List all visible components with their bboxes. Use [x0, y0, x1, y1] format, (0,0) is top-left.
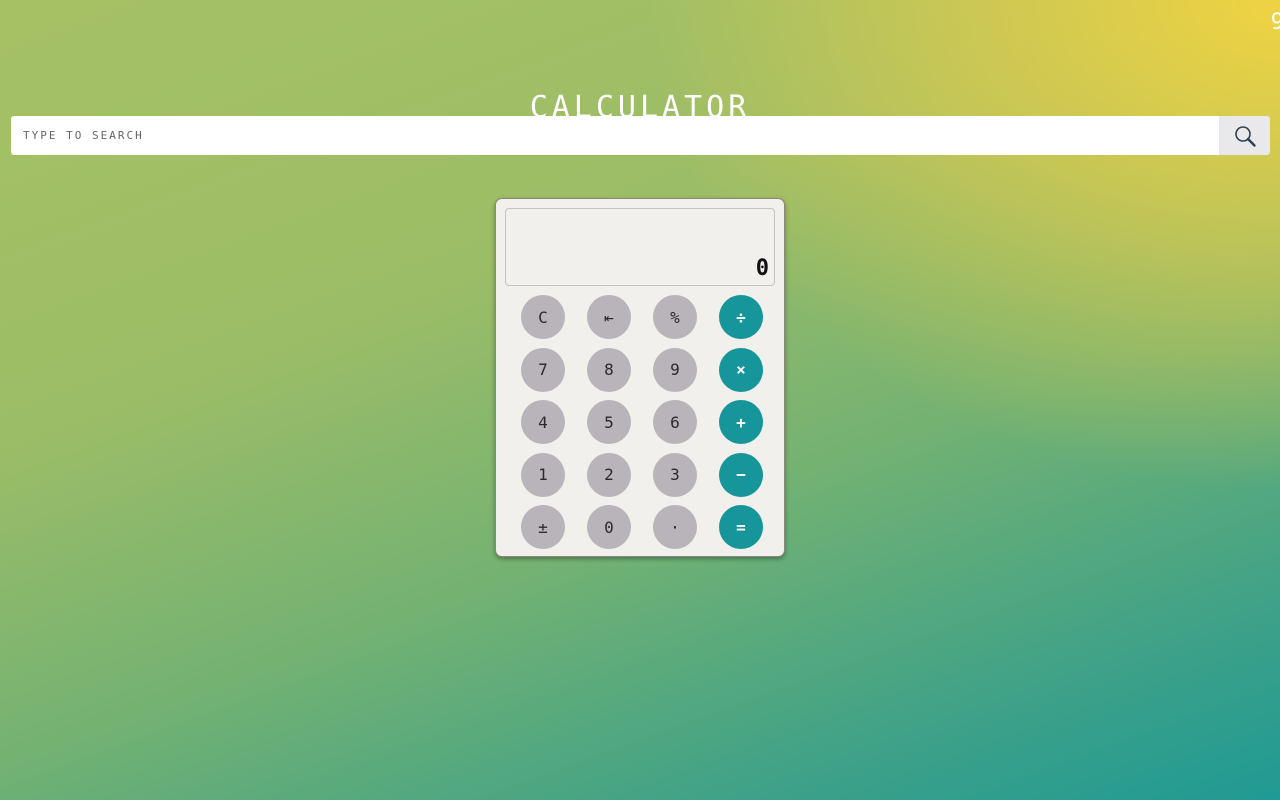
calculator: 0 C ⇤% ÷ 7 8 9 × 4 5 6 +1 2 3− ±0 · =	[495, 198, 785, 557]
add-button[interactable]: +	[719, 400, 763, 444]
keypad: C ⇤% ÷ 7 8 9 × 4 5 6 +1 2 3− ±0 · =	[521, 295, 763, 549]
percent-button[interactable]: %	[653, 295, 697, 339]
digit-3-button[interactable]: 3	[653, 452, 697, 497]
clear-button[interactable]: C	[521, 295, 565, 339]
search-bar	[11, 116, 1270, 155]
digit-7-button[interactable]: 7	[521, 347, 565, 392]
calculator-display: 0	[505, 208, 775, 286]
digit-0-button[interactable]: 0	[587, 505, 631, 549]
digit-8-button[interactable]: 8	[587, 347, 631, 392]
search-button[interactable]	[1219, 116, 1270, 155]
digit-6-button[interactable]: 6	[653, 400, 697, 444]
backspace-button[interactable]: ⇤	[587, 295, 631, 339]
display-value: 0	[755, 256, 769, 281]
multiply-button[interactable]: ×	[719, 347, 763, 392]
corner-glyph: 9	[1270, 10, 1280, 35]
divide-button[interactable]: ÷	[719, 295, 763, 339]
subtract-button[interactable]: −	[719, 452, 763, 497]
digit-1-button[interactable]: 1	[521, 452, 565, 497]
decimal-button[interactable]: ·	[653, 505, 697, 549]
digit-5-button[interactable]: 5	[587, 400, 631, 444]
digit-9-button[interactable]: 9	[653, 347, 697, 392]
search-input[interactable]	[11, 116, 1219, 155]
sign-toggle-button[interactable]: ±	[521, 505, 565, 549]
search-icon	[1233, 124, 1257, 148]
equals-button[interactable]: =	[719, 505, 763, 549]
digit-4-button[interactable]: 4	[521, 400, 565, 444]
digit-2-button[interactable]: 2	[587, 452, 631, 497]
